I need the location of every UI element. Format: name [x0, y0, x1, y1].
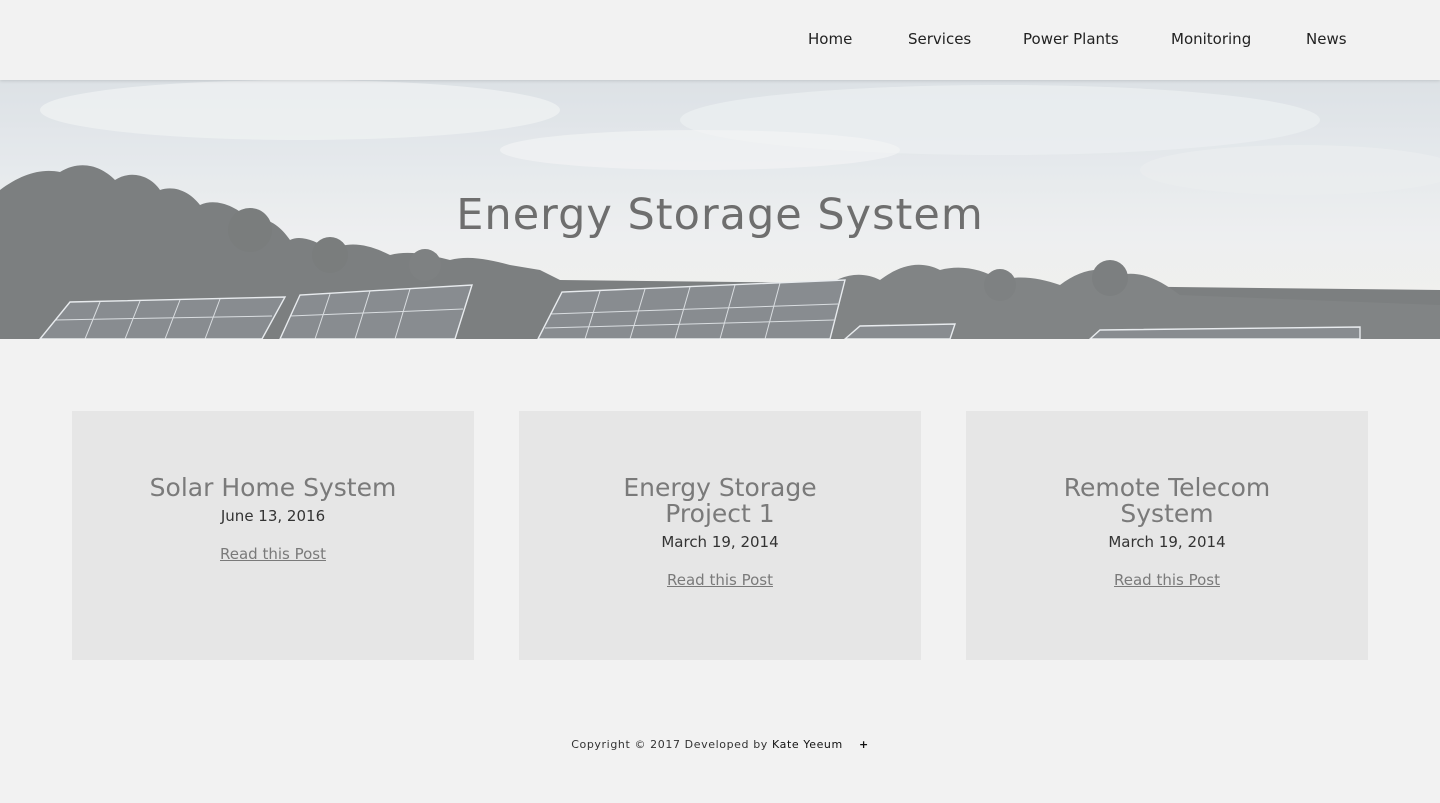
nav-services[interactable]: Services — [908, 30, 971, 52]
read-post-link[interactable]: Read this Post — [220, 545, 326, 563]
hero-banner: Energy Storage System — [0, 80, 1440, 339]
post-card: Energy Storage Project 1 March 19, 2014 … — [519, 411, 921, 660]
nav-monitoring[interactable]: Monitoring — [1171, 30, 1251, 52]
read-post-link[interactable]: Read this Post — [667, 571, 773, 589]
site-header: Home Services Power Plants Monitoring Ne… — [0, 0, 1440, 80]
nav-power-plants[interactable]: Power Plants — [1023, 30, 1119, 52]
copyright-text: Copyright © 2017 Developed by — [571, 738, 768, 751]
nav-news[interactable]: News — [1306, 30, 1347, 52]
site-footer: Copyright © 2017 Developed by Kate Yeeum… — [0, 738, 1440, 751]
nav-home[interactable]: Home — [808, 30, 852, 52]
post-date: June 13, 2016 — [220, 507, 326, 525]
post-date: March 19, 2014 — [1108, 533, 1226, 551]
post-title[interactable]: Solar Home System — [133, 475, 413, 501]
post-card: Remote Telecom System March 19, 2014 Rea… — [966, 411, 1368, 660]
hero-title: Energy Storage System — [456, 190, 984, 240]
main-nav: Home Services Power Plants Monitoring Ne… — [0, 0, 1440, 80]
author-link[interactable]: Kate Yeeum — [772, 738, 843, 751]
plus-icon[interactable]: + — [859, 738, 869, 751]
post-card: Solar Home System June 13, 2016 Read thi… — [72, 411, 474, 660]
read-post-link[interactable]: Read this Post — [1114, 571, 1220, 589]
post-date: March 19, 2014 — [661, 533, 779, 551]
post-title[interactable]: Energy Storage Project 1 — [580, 475, 860, 527]
post-title[interactable]: Remote Telecom System — [1027, 475, 1307, 527]
